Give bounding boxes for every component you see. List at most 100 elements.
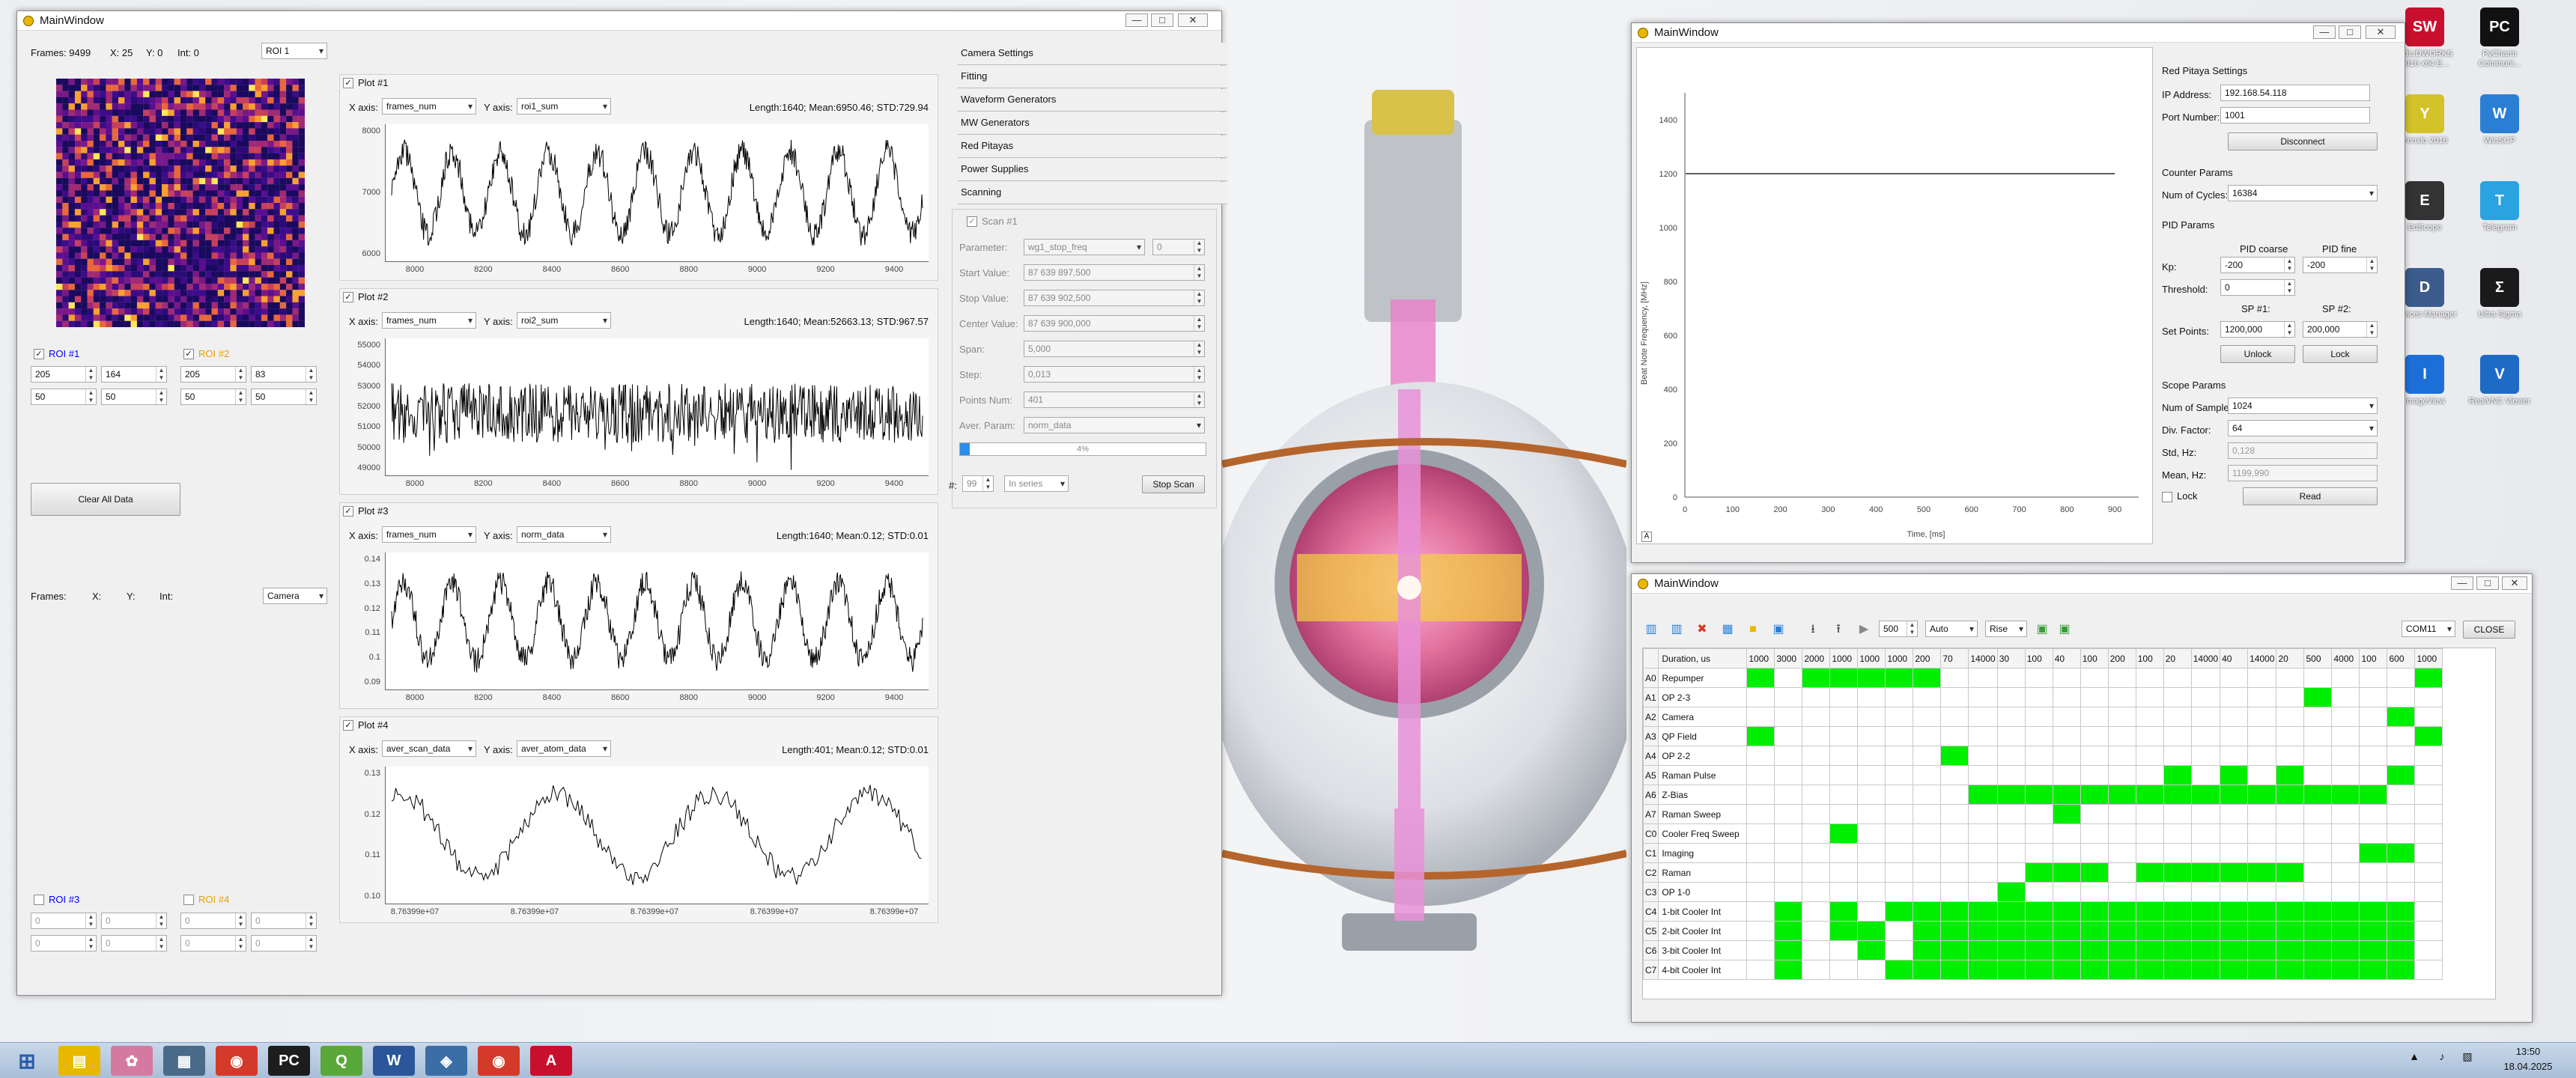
- sequence-cell[interactable]: [1802, 804, 1831, 824]
- sequence-cell[interactable]: [1885, 726, 1914, 746]
- sequence-cell[interactable]: [2387, 726, 2416, 746]
- sequence-cell[interactable]: [2387, 843, 2416, 863]
- sequence-cell[interactable]: [1857, 940, 1886, 960]
- sequence-cell[interactable]: [2163, 668, 2192, 688]
- duration-cell[interactable]: 1000: [1746, 648, 1775, 669]
- sequence-cell[interactable]: [1940, 901, 1969, 922]
- sequence-cell[interactable]: [1829, 687, 1859, 707]
- sequence-cell[interactable]: [1829, 882, 1859, 902]
- sequence-cell[interactable]: [1885, 668, 1914, 688]
- sequence-cell[interactable]: [1885, 901, 1914, 922]
- sequence-cell[interactable]: [2247, 687, 2277, 707]
- spin-arrows-icon[interactable]: ▲ ▼: [306, 913, 316, 928]
- sequence-cell[interactable]: [2052, 804, 2081, 824]
- sequence-cell[interactable]: [1774, 901, 1803, 922]
- sequence-cell[interactable]: [2052, 707, 2081, 727]
- network-icon[interactable]: ▧: [2456, 1049, 2479, 1064]
- sequence-cell[interactable]: [2331, 668, 2360, 688]
- sequence-cell[interactable]: [2190, 668, 2221, 688]
- sequence-cell[interactable]: [1996, 707, 2026, 727]
- sequence-cell[interactable]: [2052, 687, 2081, 707]
- duration-cell[interactable]: 100: [2359, 648, 2388, 669]
- sequence-cell[interactable]: [1857, 901, 1886, 922]
- sequence-cell[interactable]: [1913, 921, 1942, 941]
- sequence-cell[interactable]: [1885, 765, 1914, 785]
- sequence-cell[interactable]: [1940, 882, 1969, 902]
- sequence-cell[interactable]: [1829, 785, 1859, 805]
- upload-icon[interactable]: ⭱: [1829, 621, 1847, 639]
- sequence-cell[interactable]: [1857, 862, 1886, 883]
- sequence-cell[interactable]: [1829, 668, 1859, 688]
- spin-arrows-icon[interactable]: ▲ ▼: [2284, 258, 2294, 272]
- scan-param-index[interactable]: 0 ▲ ▼: [1152, 239, 1205, 255]
- sequence-cell[interactable]: [1996, 687, 2026, 707]
- sequence-cell[interactable]: [2107, 785, 2136, 805]
- xaxis-select[interactable]: frames_num: [382, 312, 476, 329]
- chrome-2-icon[interactable]: ◉: [478, 1046, 520, 1076]
- sequence-cell[interactable]: [2052, 746, 2081, 766]
- sequence-cell[interactable]: [1857, 746, 1886, 766]
- sequence-cell[interactable]: [2414, 785, 2443, 805]
- sequence-cell[interactable]: [2052, 862, 2081, 883]
- sequence-cell[interactable]: [2190, 804, 2221, 824]
- sequence-cell[interactable]: [2052, 940, 2081, 960]
- sequence-cell[interactable]: [2163, 843, 2192, 863]
- roi1-spin[interactable]: 205 ▲ ▼: [31, 366, 97, 383]
- sequence-cell[interactable]: [1940, 862, 1969, 883]
- sequence-cell[interactable]: [1802, 746, 1831, 766]
- roi3-checkbox[interactable]: [34, 895, 44, 905]
- sequence-cell[interactable]: [1746, 862, 1775, 883]
- sequence-cell[interactable]: [1802, 707, 1831, 727]
- sequence-cell[interactable]: [1829, 707, 1859, 727]
- sequence-cell[interactable]: [2247, 940, 2277, 960]
- sequence-cell[interactable]: [2107, 901, 2136, 922]
- sequence-cell[interactable]: [1802, 823, 1831, 844]
- sequence-cell[interactable]: [2414, 862, 2443, 883]
- calculator-icon[interactable]: ▦: [163, 1046, 205, 1076]
- sequence-cell[interactable]: [2414, 726, 2443, 746]
- sequence-cell[interactable]: [2220, 862, 2249, 883]
- sequence-cell[interactable]: [1913, 726, 1942, 746]
- sequence-cell[interactable]: [2024, 726, 2053, 746]
- sequence-cell[interactable]: [1774, 804, 1803, 824]
- yaxis-select[interactable]: norm_data: [517, 526, 611, 543]
- sequence-cell[interactable]: [2414, 668, 2443, 688]
- roi3-spin[interactable]: 0 ▲ ▼: [31, 913, 97, 929]
- sequence-cell[interactable]: [2276, 882, 2305, 902]
- sequence-cell[interactable]: [1802, 765, 1831, 785]
- sequence-cell[interactable]: [2276, 687, 2305, 707]
- duration-cell[interactable]: 20: [2163, 648, 2192, 669]
- sequence-cell[interactable]: [2247, 843, 2277, 863]
- sequence-cell[interactable]: [1746, 785, 1775, 805]
- sequence-cell[interactable]: [1829, 901, 1859, 922]
- sequence-cell[interactable]: [2414, 960, 2443, 980]
- sequence-cell[interactable]: [2163, 707, 2192, 727]
- scan1-checkbox[interactable]: ✓: [967, 216, 977, 227]
- sequence-cell[interactable]: [1857, 921, 1886, 941]
- sequence-cell[interactable]: [2080, 804, 2109, 824]
- sequence-cell[interactable]: [2247, 726, 2277, 746]
- read-button[interactable]: Read: [2243, 487, 2378, 505]
- sequence-cell[interactable]: [2359, 882, 2388, 902]
- sequence-cell[interactable]: [1857, 804, 1886, 824]
- channel-name[interactable]: 2-bit Cooler Int: [1658, 921, 1748, 941]
- spin-arrows-icon[interactable]: ▲ ▼: [2284, 322, 2294, 337]
- scan-param-field[interactable]: 87 639 897,500 ▲ ▼: [1024, 264, 1205, 281]
- sequence-cell[interactable]: [1913, 823, 1942, 844]
- sequence-cell[interactable]: [2414, 940, 2443, 960]
- unlock-button[interactable]: Unlock: [2220, 345, 2295, 363]
- spin-arrows-icon[interactable]: ▲ ▼: [156, 936, 166, 951]
- sequence-cell[interactable]: [2359, 668, 2388, 688]
- sequence-cell[interactable]: [1913, 765, 1942, 785]
- sequence-cell[interactable]: [2052, 882, 2081, 902]
- sequence-cell[interactable]: [2107, 862, 2136, 883]
- sequence-cell[interactable]: [1746, 901, 1775, 922]
- sequence-cell[interactable]: [2359, 843, 2388, 863]
- sequence-cell[interactable]: [1885, 804, 1914, 824]
- spin-arrows-icon[interactable]: ▲ ▼: [156, 913, 166, 928]
- qt-creator-icon[interactable]: Q: [321, 1046, 362, 1076]
- duration-cell[interactable]: 3000: [1774, 648, 1803, 669]
- sequence-cell[interactable]: [1857, 668, 1886, 688]
- close-button[interactable]: ✕: [2366, 25, 2396, 39]
- spin-arrows-icon[interactable]: ▲ ▼: [1194, 392, 1204, 407]
